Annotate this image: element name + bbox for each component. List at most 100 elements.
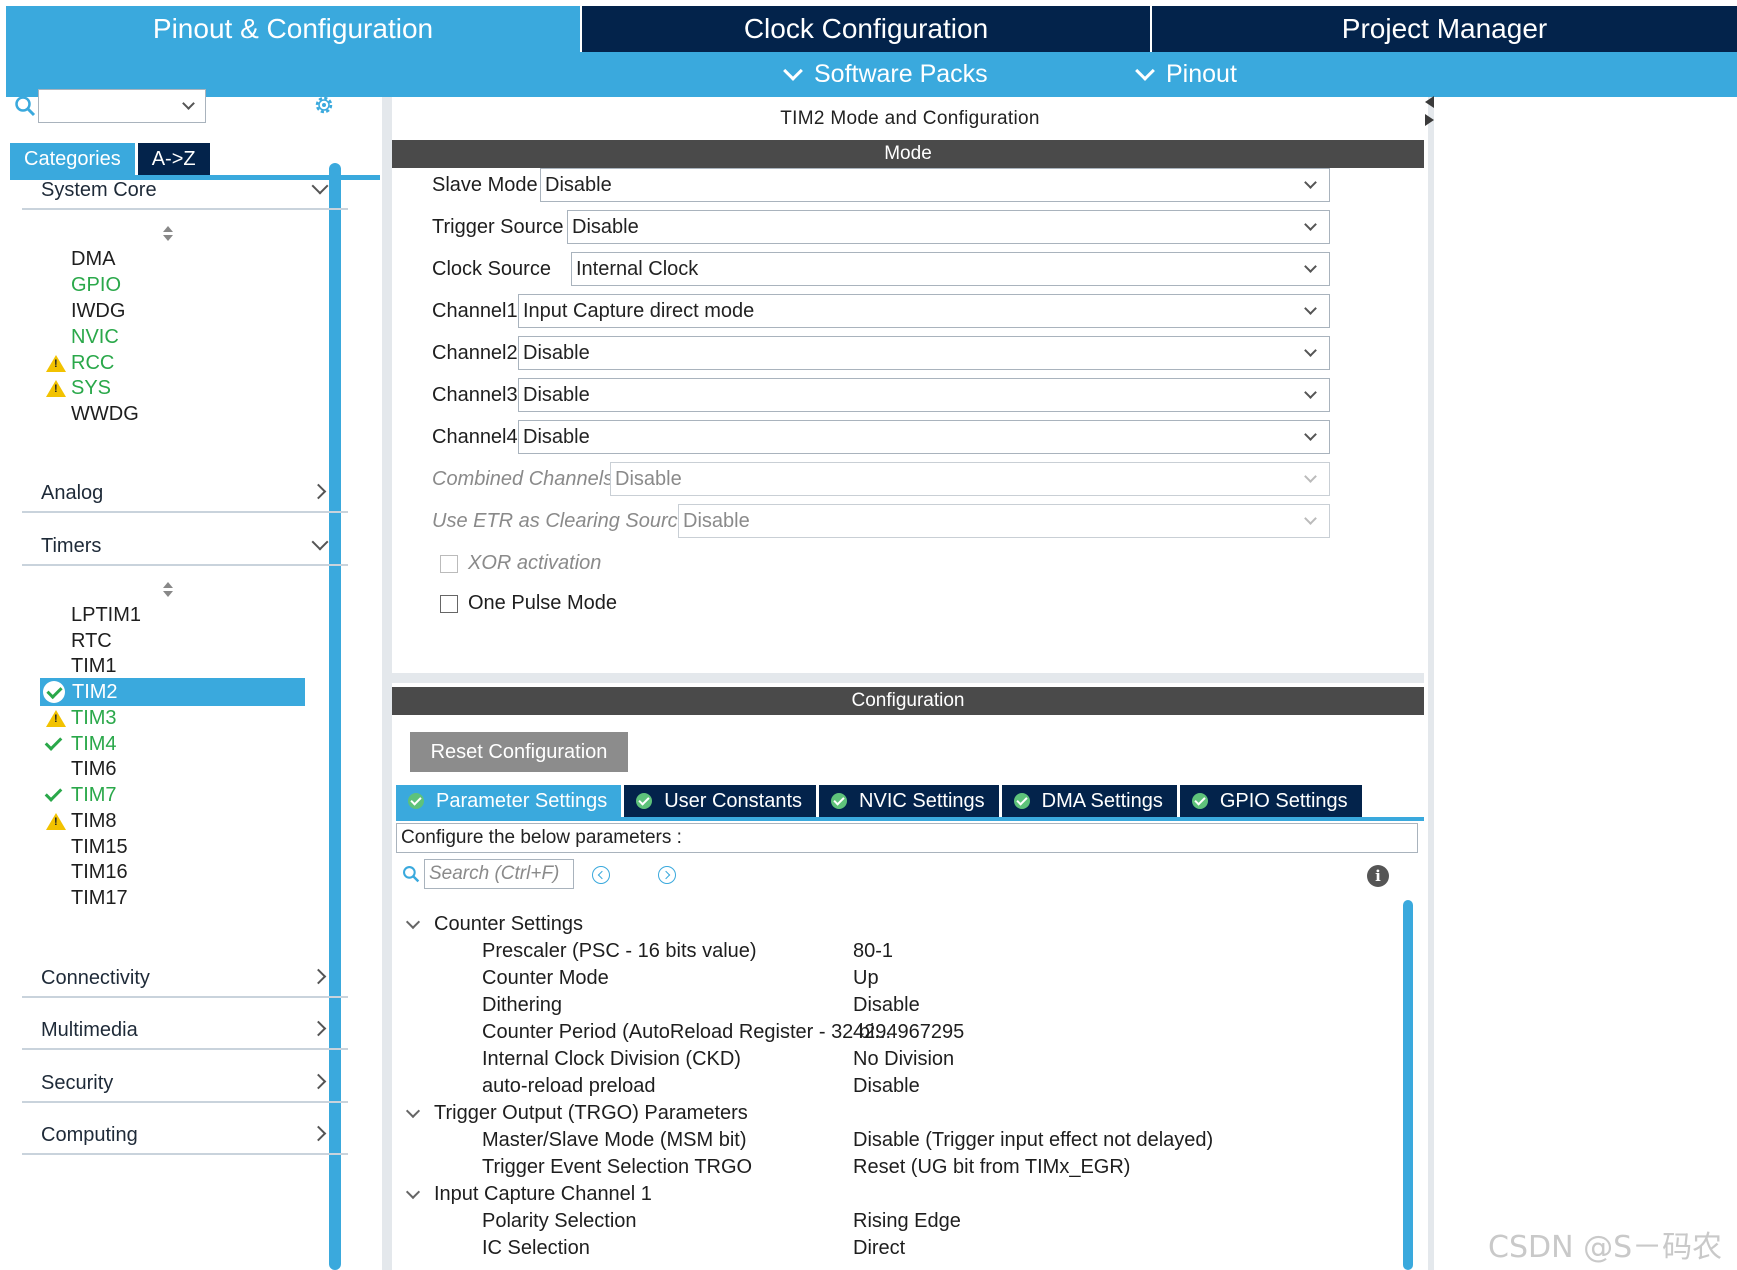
- table-row[interactable]: Dithering Disable: [392, 992, 1392, 1019]
- channel1-select[interactable]: Input Capture direct mode: [518, 294, 1330, 328]
- param-value[interactable]: Up: [853, 967, 879, 990]
- field-label: Slave Mode: [432, 173, 538, 196]
- list-item-rcc[interactable]: RCC: [40, 349, 338, 377]
- tab-parameter-settings[interactable]: Parameter Settings: [396, 785, 622, 817]
- item-label: TIM1: [71, 654, 117, 677]
- group-label: Multimedia: [41, 1019, 138, 1041]
- tab-user-constants[interactable]: User Constants: [624, 785, 817, 817]
- warning-icon: [46, 380, 66, 397]
- group-label: Computing: [41, 1124, 138, 1146]
- param-name: Master/Slave Mode (MSM bit): [482, 1129, 747, 1151]
- param-value[interactable]: Reset (UG bit from TIMx_EGR): [853, 1156, 1130, 1179]
- param-value[interactable]: No Division: [853, 1048, 954, 1071]
- tree-group-trgo[interactable]: Trigger Output (TRGO) Parameters: [402, 1100, 748, 1127]
- channel2-select[interactable]: Disable: [518, 336, 1330, 370]
- list-item-gpio[interactable]: GPIO: [40, 271, 338, 299]
- tab-nvic-settings[interactable]: NVIC Settings: [819, 785, 999, 817]
- list-item-wwdg[interactable]: WWDG: [40, 400, 338, 428]
- tab-pinout-configuration[interactable]: Pinout & Configuration: [6, 6, 580, 52]
- list-item-tim3[interactable]: TIM3: [40, 704, 338, 732]
- list-item-lptim1[interactable]: LPTIM1: [40, 601, 338, 629]
- tree-group-input-capture[interactable]: Input Capture Channel 1: [402, 1181, 652, 1208]
- list-item-sys[interactable]: SYS: [40, 374, 338, 402]
- group-security[interactable]: Security: [22, 1067, 348, 1103]
- info-icon[interactable]: i: [1367, 865, 1389, 887]
- group-computing[interactable]: Computing: [22, 1119, 348, 1155]
- group-system-core[interactable]: System Core: [22, 174, 348, 210]
- splitter[interactable]: [382, 97, 392, 1270]
- channel3-select[interactable]: Disable: [518, 378, 1330, 412]
- table-row[interactable]: Internal Clock Division (CKD) No Divisio…: [392, 1046, 1392, 1073]
- param-value[interactable]: 4294967295: [853, 1021, 964, 1044]
- group-analog[interactable]: Analog: [22, 477, 348, 513]
- sort-icon[interactable]: [163, 582, 173, 598]
- table-row[interactable]: Counter Period (AutoReload Register - 32…: [392, 1019, 1392, 1046]
- tab-dma-settings[interactable]: DMA Settings: [1001, 785, 1177, 817]
- tab-clock-configuration[interactable]: Clock Configuration: [582, 6, 1150, 52]
- previous-match-icon[interactable]: [592, 866, 610, 884]
- item-label: RTC: [71, 629, 112, 652]
- reset-configuration-button[interactable]: Reset Configuration: [410, 732, 628, 772]
- trigger-source-select[interactable]: Disable: [567, 210, 1330, 244]
- search-combo[interactable]: [38, 89, 206, 123]
- list-item-tim17[interactable]: TIM17: [40, 884, 338, 912]
- next-match-icon[interactable]: [658, 866, 676, 884]
- tab-a-to-z[interactable]: A->Z: [137, 143, 210, 175]
- list-item-nvic[interactable]: NVIC: [40, 323, 338, 351]
- param-value[interactable]: Direct: [853, 1237, 905, 1260]
- table-row[interactable]: Polarity Selection Rising Edge: [392, 1208, 1392, 1235]
- group-multimedia[interactable]: Multimedia: [22, 1014, 348, 1050]
- list-item-dma[interactable]: DMA: [40, 245, 338, 273]
- table-row[interactable]: Counter Mode Up: [392, 965, 1392, 992]
- chevron-down-icon: [405, 1103, 421, 1118]
- channel4-select[interactable]: Disable: [518, 420, 1330, 454]
- software-packs-menu[interactable]: Software Packs: [783, 52, 988, 97]
- table-row[interactable]: Prescaler (PSC - 16 bits value) 80-1: [392, 938, 1392, 965]
- list-item-tim4[interactable]: TIM4: [40, 730, 338, 758]
- param-value[interactable]: Disable: [853, 1075, 920, 1098]
- xor-activation-checkbox: XOR activation: [440, 552, 601, 575]
- tab-project-manager[interactable]: Project Manager: [1152, 6, 1737, 52]
- list-item-tim8[interactable]: TIM8: [40, 807, 338, 835]
- gear-icon[interactable]: [312, 93, 336, 117]
- param-value[interactable]: Disable: [853, 994, 920, 1017]
- item-label: TIM17: [71, 886, 128, 909]
- list-item-rtc[interactable]: RTC: [40, 627, 338, 655]
- group-connectivity[interactable]: Connectivity: [22, 962, 348, 998]
- list-item-tim2[interactable]: TIM2: [40, 678, 305, 706]
- tab-label: Pinout & Configuration: [152, 13, 434, 44]
- tree-group-counter-settings[interactable]: Counter Settings: [402, 911, 583, 938]
- parameter-scrollbar[interactable]: [1403, 900, 1413, 1270]
- parameter-search-input[interactable]: Search (Ctrl+F): [424, 859, 574, 889]
- list-item-tim1[interactable]: TIM1: [40, 652, 338, 680]
- collapse-handle-icon[interactable]: [1423, 96, 1435, 128]
- item-label: TIM8: [71, 809, 117, 832]
- group-timers[interactable]: Timers: [22, 530, 348, 566]
- tab-categories[interactable]: Categories: [10, 143, 135, 175]
- tab-gpio-settings[interactable]: GPIO Settings: [1179, 785, 1362, 817]
- slave-mode-select[interactable]: Disable: [540, 168, 1330, 202]
- field-slave-mode: Slave Mode: [432, 168, 538, 202]
- search-icon[interactable]: [14, 95, 36, 117]
- list-item-tim15[interactable]: TIM15: [40, 833, 338, 861]
- sort-icon[interactable]: [163, 226, 173, 242]
- field-label: Channel3: [432, 383, 518, 406]
- table-row[interactable]: IC Selection Direct: [392, 1235, 1392, 1262]
- list-item-tim6[interactable]: TIM6: [40, 755, 338, 783]
- param-value[interactable]: Rising Edge: [853, 1210, 961, 1233]
- item-label: RCC: [71, 351, 115, 374]
- table-row[interactable]: auto-reload preload Disable: [392, 1073, 1392, 1100]
- param-value[interactable]: Disable (Trigger input effect not delaye…: [853, 1129, 1213, 1152]
- one-pulse-mode-checkbox[interactable]: One Pulse Mode: [440, 592, 617, 615]
- param-value[interactable]: 80-1: [853, 940, 893, 963]
- list-item-tim16[interactable]: TIM16: [40, 858, 338, 886]
- pinout-menu[interactable]: Pinout: [1135, 52, 1237, 97]
- check-circle-icon: [1013, 793, 1030, 809]
- list-item-tim7[interactable]: TIM7: [40, 781, 338, 809]
- select-value: Internal Clock: [576, 257, 699, 280]
- clock-source-select[interactable]: Internal Clock: [571, 252, 1330, 286]
- chevron-down-icon: [1304, 176, 1317, 189]
- table-row[interactable]: Master/Slave Mode (MSM bit) Disable (Tri…: [392, 1127, 1392, 1154]
- table-row[interactable]: Trigger Event Selection TRGO Reset (UG b…: [392, 1154, 1392, 1181]
- list-item-iwdg[interactable]: IWDG: [40, 297, 338, 325]
